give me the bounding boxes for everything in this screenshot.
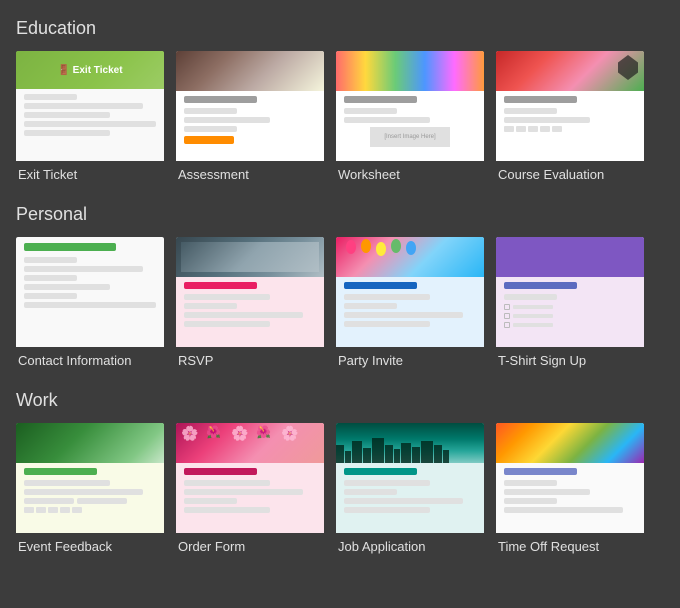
event-feedback-label: Event Feedback bbox=[16, 533, 164, 556]
work-card-grid: Event Feedback 🌸 🌺 🌸 🌺 🌸 bbox=[16, 423, 664, 556]
rsvp-form bbox=[176, 277, 324, 347]
course-eval-title bbox=[504, 96, 577, 103]
personal-card-grid: Contact Information RSVP bbox=[16, 237, 664, 370]
rsvp-label: RSVP bbox=[176, 347, 324, 370]
party-photo bbox=[336, 237, 484, 277]
order-form-photo: 🌸 🌺 🌸 🌺 🌸 bbox=[176, 423, 324, 463]
assessment-label: Assessment bbox=[176, 161, 324, 184]
event-feedback-rating bbox=[24, 507, 156, 513]
job-application-label: Job Application bbox=[336, 533, 484, 556]
course-evaluation-label: Course Evaluation bbox=[496, 161, 644, 184]
card-contact-information[interactable]: Contact Information bbox=[16, 237, 164, 370]
exit-ticket-label: Exit Ticket bbox=[16, 161, 164, 184]
tshirt-banner bbox=[496, 237, 644, 277]
personal-section: Personal Contact Information bbox=[16, 204, 664, 370]
card-assessment[interactable]: Assessment bbox=[176, 51, 324, 184]
thumb-worksheet: [Insert Image Here] bbox=[336, 51, 484, 161]
tshirt-title bbox=[504, 282, 577, 289]
worksheet-image-placeholder: [Insert Image Here] bbox=[370, 127, 449, 147]
thumb-assessment bbox=[176, 51, 324, 161]
worksheet-top bbox=[336, 51, 484, 91]
party-title bbox=[344, 282, 417, 289]
contact-form bbox=[16, 237, 164, 347]
thumb-event-feedback bbox=[16, 423, 164, 533]
time-off-request-label: Time Off Request bbox=[496, 533, 644, 556]
event-feedback-form bbox=[16, 463, 164, 533]
work-section: Work bbox=[16, 390, 664, 556]
thumb-tshirt bbox=[496, 237, 644, 347]
tshirt-checkbox-1 bbox=[504, 304, 636, 310]
order-form-label: Order Form bbox=[176, 533, 324, 556]
time-off-title bbox=[504, 468, 577, 475]
worksheet-title bbox=[344, 96, 417, 103]
course-eval-rating bbox=[504, 126, 636, 132]
tshirt-form bbox=[496, 277, 644, 347]
time-off-photo bbox=[496, 423, 644, 463]
thumb-course-eval bbox=[496, 51, 644, 161]
course-eval-form bbox=[496, 91, 644, 137]
card-event-feedback[interactable]: Event Feedback bbox=[16, 423, 164, 556]
event-feedback-photo bbox=[16, 423, 164, 463]
rsvp-photo bbox=[176, 237, 324, 277]
course-eval-photo bbox=[496, 51, 644, 91]
card-course-evaluation[interactable]: Course Evaluation bbox=[496, 51, 644, 184]
job-app-form bbox=[336, 463, 484, 533]
thumb-order-form: 🌸 🌺 🌸 🌺 🌸 bbox=[176, 423, 324, 533]
education-section-title: Education bbox=[16, 18, 664, 39]
thumb-contact bbox=[16, 237, 164, 347]
thumb-rsvp bbox=[176, 237, 324, 347]
event-feedback-title bbox=[24, 468, 97, 475]
card-time-off-request[interactable]: Time Off Request bbox=[496, 423, 644, 556]
tshirt-checkbox-3 bbox=[504, 322, 636, 328]
tshirt-checkbox-2 bbox=[504, 313, 636, 319]
assessment-title-line bbox=[184, 96, 257, 103]
education-card-grid: 🚪 Exit Ticket Exit Ticket bbox=[16, 51, 664, 184]
assessment-btn bbox=[184, 136, 234, 144]
worksheet-label: Worksheet bbox=[336, 161, 484, 184]
party-invite-label: Party Invite bbox=[336, 347, 484, 370]
time-off-form bbox=[496, 463, 644, 533]
party-form bbox=[336, 277, 484, 347]
thumb-party bbox=[336, 237, 484, 347]
exit-ticket-banner: 🚪 Exit Ticket bbox=[16, 51, 164, 89]
personal-section-title: Personal bbox=[16, 204, 664, 225]
job-app-title bbox=[344, 468, 417, 475]
rsvp-title bbox=[184, 282, 257, 289]
card-tshirt-sign-up[interactable]: T-Shirt Sign Up bbox=[496, 237, 644, 370]
order-form-form bbox=[176, 463, 324, 533]
job-app-photo bbox=[336, 423, 484, 463]
assessment-form bbox=[176, 91, 324, 149]
exit-ticket-form bbox=[16, 89, 164, 161]
card-order-form[interactable]: 🌸 🌺 🌸 🌺 🌸 Order Form bbox=[176, 423, 324, 556]
work-section-title: Work bbox=[16, 390, 664, 411]
thumb-job-app bbox=[336, 423, 484, 533]
tshirt-sign-up-label: T-Shirt Sign Up bbox=[496, 347, 644, 370]
card-worksheet[interactable]: [Insert Image Here] Worksheet bbox=[336, 51, 484, 184]
assessment-photo bbox=[176, 51, 324, 91]
card-job-application[interactable]: Job Application bbox=[336, 423, 484, 556]
thumb-exit-ticket: 🚪 Exit Ticket bbox=[16, 51, 164, 161]
contact-title-line bbox=[24, 243, 116, 251]
worksheet-form: [Insert Image Here] bbox=[336, 91, 484, 156]
thumb-time-off bbox=[496, 423, 644, 533]
card-exit-ticket[interactable]: 🚪 Exit Ticket Exit Ticket bbox=[16, 51, 164, 184]
education-section: Education 🚪 Exit Ticket Exit Ticket bbox=[16, 18, 664, 184]
order-form-title bbox=[184, 468, 257, 475]
card-rsvp[interactable]: RSVP bbox=[176, 237, 324, 370]
contact-information-label: Contact Information bbox=[16, 347, 164, 370]
card-party-invite[interactable]: Party Invite bbox=[336, 237, 484, 370]
